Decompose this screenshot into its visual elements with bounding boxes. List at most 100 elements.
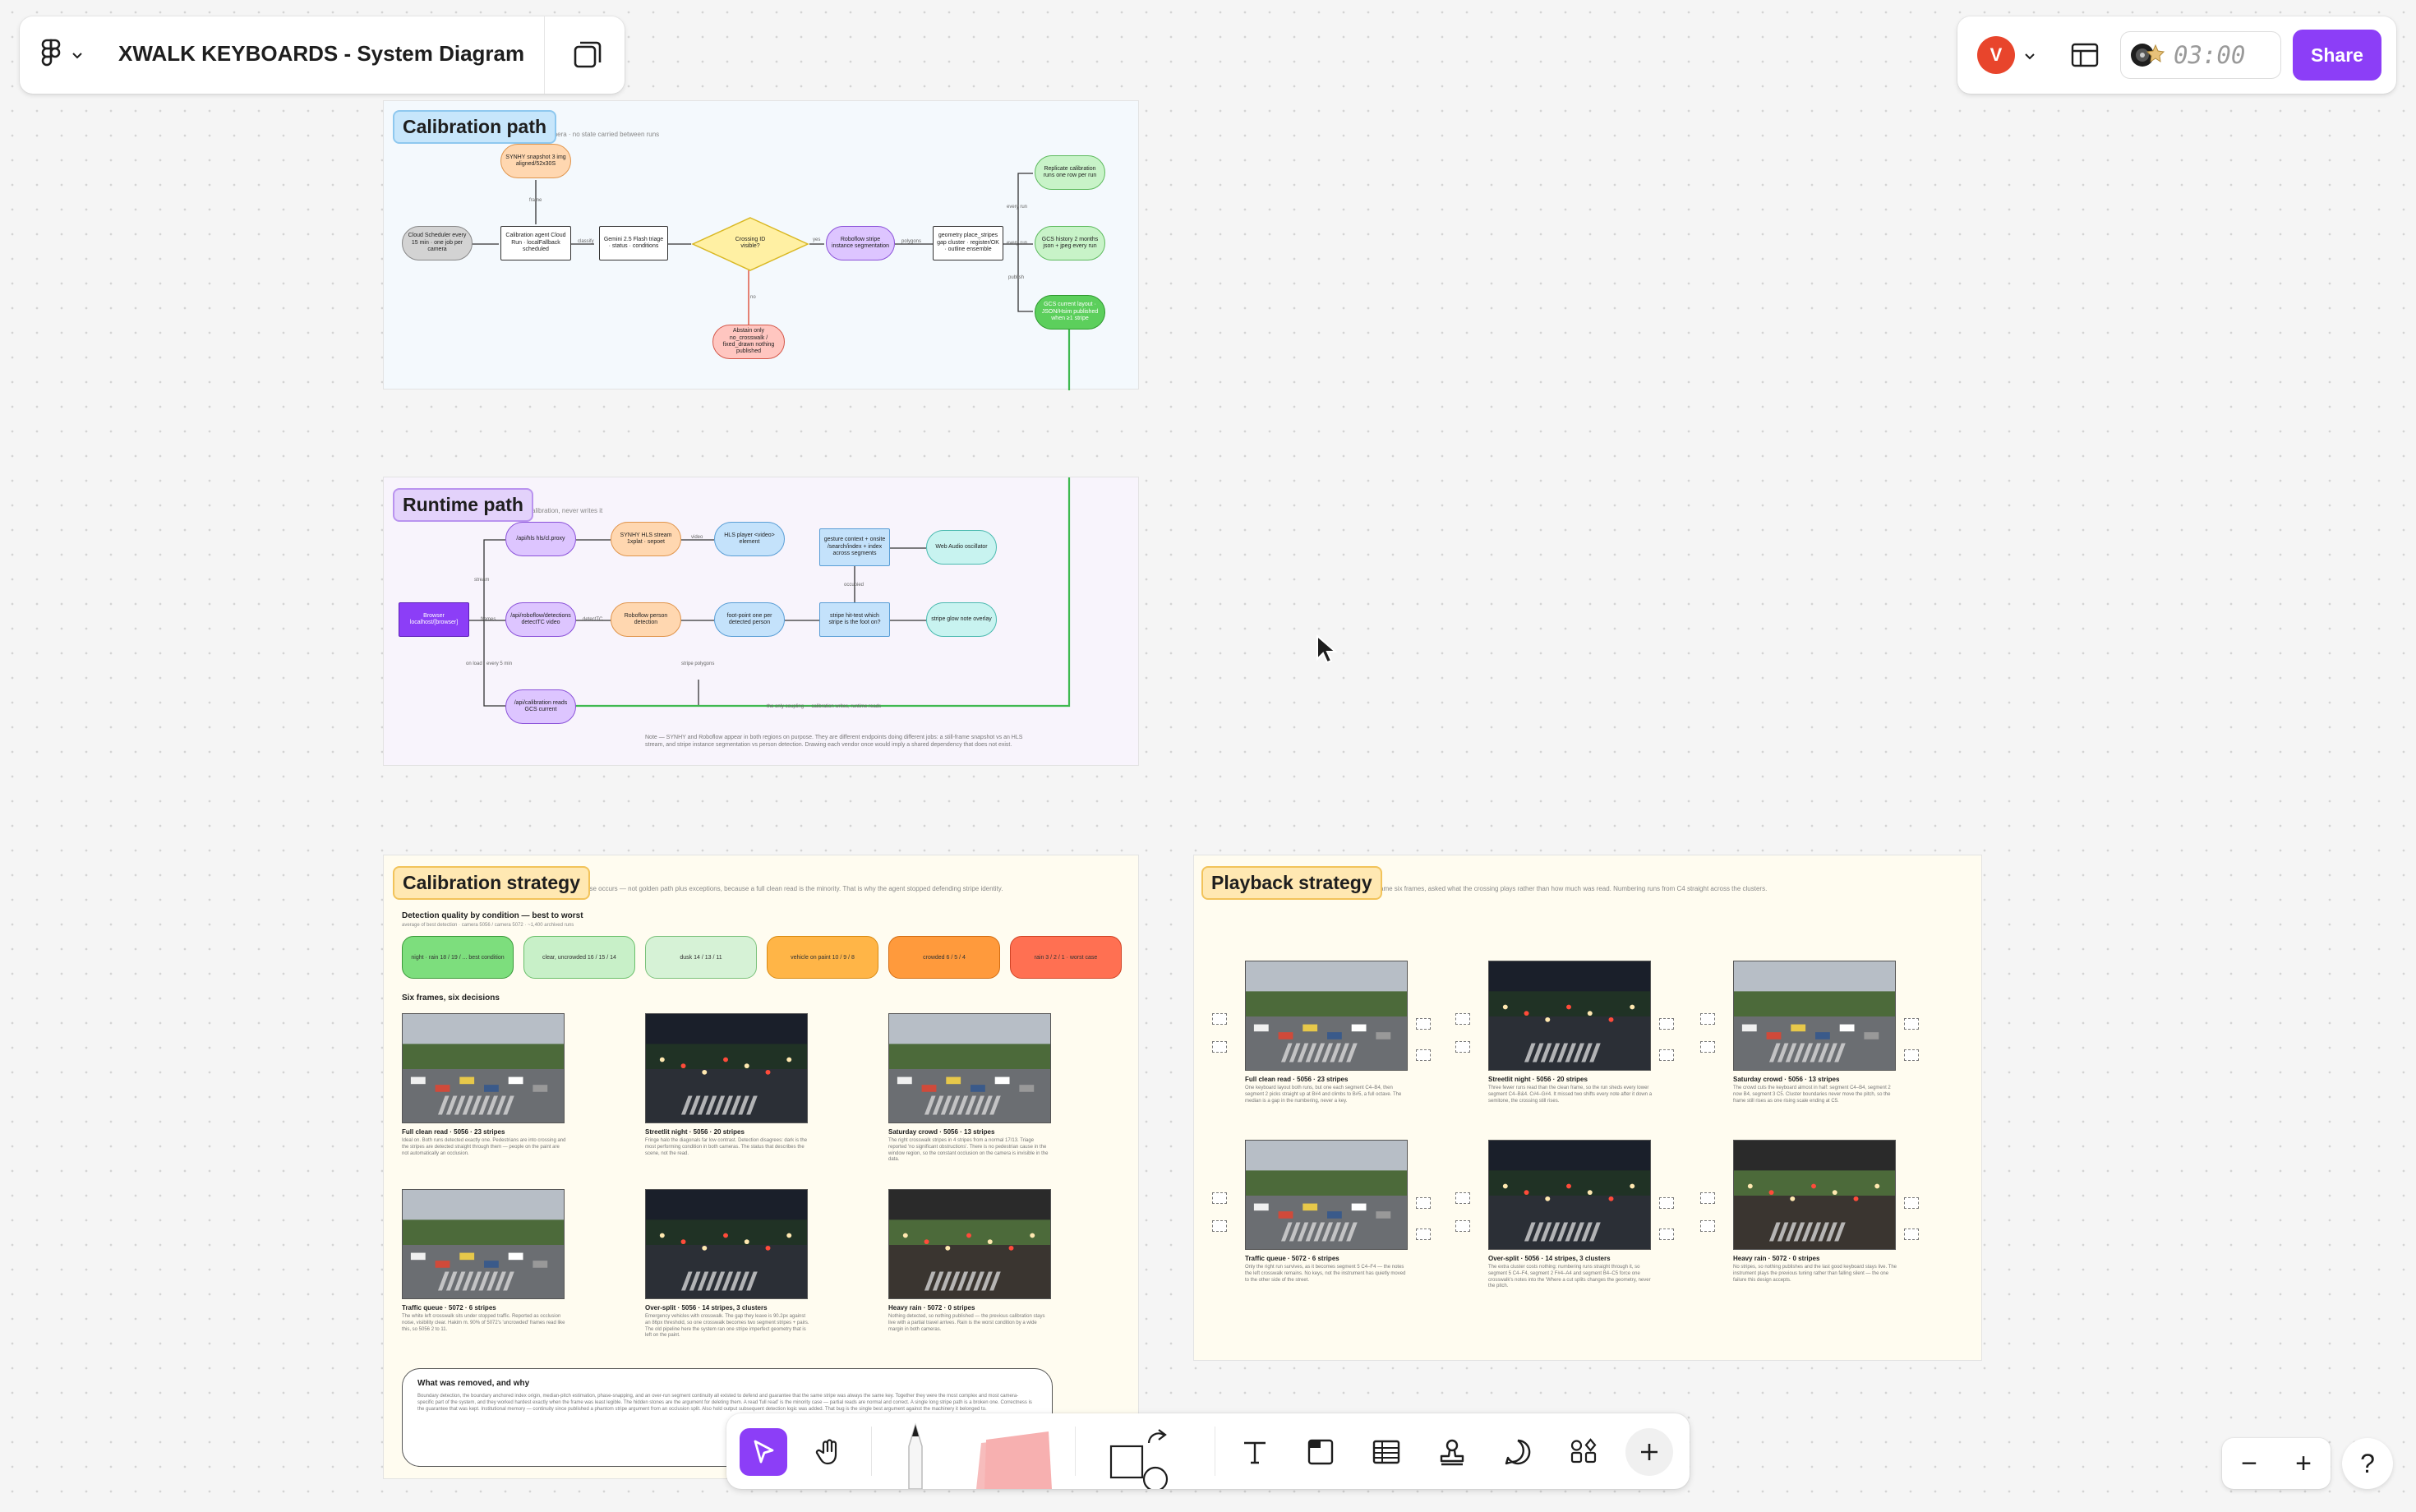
edge-label-frame: frame [529, 198, 542, 203]
playback-frame[interactable] [1245, 961, 1408, 1071]
note-tag[interactable] [1416, 1049, 1431, 1061]
section-calibration-strategy[interactable]: case occurs — not golden path plus excep… [383, 855, 1139, 1479]
node-gcs-current[interactable]: GCS current layout · JSON/Hsim published… [1035, 295, 1105, 330]
condition-pill[interactable]: night · rain 18 / 19 / ... best conditio… [402, 936, 514, 979]
playback-frame[interactable] [1733, 961, 1896, 1071]
node-stripe-hit-test[interactable]: stripe hit-test which stripe is the foot… [819, 602, 890, 637]
pencil-tool[interactable] [899, 1422, 932, 1490]
calibration-frame[interactable] [645, 1189, 808, 1299]
node-geometry[interactable]: geometry place_stripes gap cluster · reg… [933, 226, 1003, 260]
frame-description: Only the right run survives, as it becom… [1245, 1265, 1406, 1283]
node-browser[interactable]: Browser localhost/[browser] [399, 602, 469, 637]
zoom-in-button[interactable]: + [2276, 1448, 2331, 1480]
note-tag[interactable] [1416, 1197, 1431, 1209]
node-calibration-agent[interactable]: Calibration agent Cloud Run · localFallb… [500, 226, 571, 260]
comment-tool[interactable] [1494, 1428, 1542, 1476]
node-abstain[interactable]: Abstain only no_crosswalk / fixed_drawn … [712, 325, 785, 359]
timer-widget[interactable]: 03:00 [2120, 31, 2281, 79]
calibration-frame[interactable] [402, 1189, 565, 1299]
playback-frame[interactable] [1245, 1140, 1408, 1250]
stamp-tool[interactable] [1428, 1428, 1476, 1476]
condition-pill[interactable]: clear, uncrowded 16 / 15 / 14 [523, 936, 635, 979]
note-tag[interactable] [1700, 1013, 1715, 1025]
calibration-frame[interactable] [402, 1013, 565, 1123]
calibration-frame[interactable] [888, 1013, 1051, 1123]
edge-label-publish: publish [1008, 275, 1025, 280]
node-gcs-history[interactable]: GCS history 2 months json + jpeg every r… [1035, 226, 1105, 260]
avatar[interactable]: V [1977, 36, 2015, 74]
condition-pill[interactable]: rain 3 / 2 / 1 · worst case [1010, 936, 1122, 979]
note-tag[interactable] [1700, 1192, 1715, 1204]
pages-button[interactable] [569, 36, 606, 74]
node-roboflow[interactable]: Roboflow stripe instance segmentation [826, 226, 895, 260]
note-tag[interactable] [1904, 1228, 1919, 1240]
note-tag[interactable] [1904, 1197, 1919, 1209]
sticky-note-tool[interactable] [970, 1430, 1055, 1489]
node-api-frames[interactable]: /api/roboflow/detections detectTC video [505, 602, 576, 637]
section-label-calibration-strategy[interactable]: Calibration strategy [393, 866, 590, 900]
note-tag[interactable] [1659, 1018, 1674, 1030]
playback-frame[interactable] [1488, 961, 1651, 1071]
more-tools-button[interactable] [1625, 1428, 1673, 1476]
file-title[interactable]: XWALK KEYBOARDS - System Diagram [118, 41, 524, 67]
note-tag[interactable] [1455, 1041, 1470, 1053]
layout-toggle-button[interactable] [2066, 36, 2104, 74]
note-tag[interactable] [1659, 1197, 1674, 1209]
node-web-audio[interactable]: Web Audio oscillator [926, 530, 997, 565]
note-tag[interactable] [1904, 1018, 1919, 1030]
note-tag[interactable] [1416, 1018, 1431, 1030]
help-button[interactable]: ? [2342, 1438, 2393, 1489]
chevron-down-icon[interactable] [2023, 49, 2036, 62]
main-menu-button[interactable] [39, 38, 97, 72]
section-playback-strategy[interactable]: same six frames, asked what the crossing… [1193, 855, 1982, 1361]
frames-title: Six frames, six decisions [402, 993, 500, 1003]
node-roboflow-person[interactable]: Roboflow person detection [611, 602, 681, 637]
share-button[interactable]: Share [2293, 30, 2381, 81]
note-tag[interactable] [1455, 1013, 1470, 1025]
node-synhy-hls[interactable]: SYNHY HLS stream 1xplat · sepoet [611, 522, 681, 556]
note-tag[interactable] [1700, 1041, 1715, 1053]
section-label-playback-strategy[interactable]: Playback strategy [1201, 866, 1382, 900]
section-label-calibration-path[interactable]: Calibration path [393, 110, 557, 144]
note-tag[interactable] [1659, 1049, 1674, 1061]
shape-tool[interactable] [1106, 1422, 1169, 1492]
node-api-calibration[interactable]: /api/calibration reads GCS current [505, 689, 576, 724]
note-tag[interactable] [1212, 1013, 1227, 1025]
playback-frame[interactable] [1488, 1140, 1651, 1250]
node-foot-point[interactable]: foot-point one per detected person [714, 602, 785, 637]
node-registry[interactable]: Replicate calibration runs one row per r… [1035, 155, 1105, 190]
condition-pill[interactable]: dusk 14 / 13 / 11 [645, 936, 757, 979]
node-gemini[interactable]: Gemini 2.5 Flash triage · status · condi… [599, 226, 668, 260]
playback-frame[interactable] [1733, 1140, 1896, 1250]
condition-pill[interactable]: vehicle on paint 10 / 9 / 8 [767, 936, 878, 979]
note-tag[interactable] [1212, 1192, 1227, 1204]
text-tool[interactable] [1231, 1428, 1279, 1476]
node-stripe-glow[interactable]: stripe glow note overlay [926, 602, 997, 637]
node-synhy-snapshot[interactable]: SYNHY snapshot 3 img aligned/52x30S [500, 144, 571, 178]
note-tag[interactable] [1455, 1192, 1470, 1204]
note-tag[interactable] [1659, 1228, 1674, 1240]
section-tool[interactable] [1297, 1428, 1344, 1476]
note-tag[interactable] [1416, 1228, 1431, 1240]
frame-description: The extra cluster costs nothing: numberi… [1488, 1265, 1651, 1289]
actions-tool[interactable] [1560, 1428, 1607, 1476]
condition-pill[interactable]: crowded 6 / 5 / 4 [888, 936, 1000, 979]
note-tag[interactable] [1212, 1220, 1227, 1232]
note-tag[interactable] [1212, 1041, 1227, 1053]
node-api-hls[interactable]: /api/hls hls/cl.proxy [505, 522, 576, 556]
calibration-frame[interactable] [645, 1013, 808, 1123]
note-tag[interactable] [1904, 1049, 1919, 1061]
node-hls-player[interactable]: HLS player <video> element [714, 522, 785, 556]
section-label-runtime-path[interactable]: Runtime path [393, 488, 533, 522]
shapes-icon [1109, 1429, 1169, 1492]
node-cloud-scheduler[interactable]: Cloud Scheduler every 15 min · one job p… [402, 226, 473, 260]
hand-tool[interactable] [805, 1428, 853, 1476]
frame-title: Traffic queue · 5072 · 6 stripes [1245, 1255, 1339, 1262]
note-tag[interactable] [1700, 1220, 1715, 1232]
note-tag[interactable] [1455, 1220, 1470, 1232]
calibration-frame[interactable] [888, 1189, 1051, 1299]
move-tool[interactable] [740, 1428, 787, 1476]
table-tool[interactable] [1362, 1428, 1410, 1476]
node-gesture[interactable]: gesture context + onsite /search/index +… [819, 528, 890, 566]
zoom-out-button[interactable]: − [2222, 1448, 2276, 1480]
